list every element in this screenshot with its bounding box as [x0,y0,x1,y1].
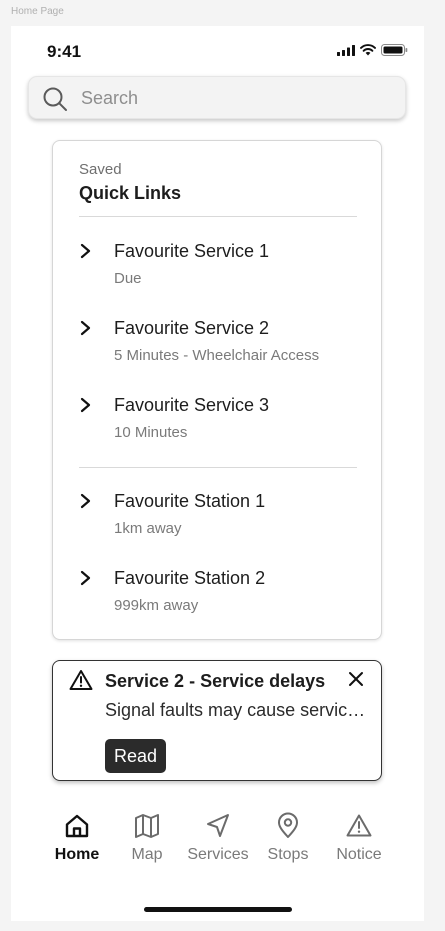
wifi-icon [360,44,376,56]
tab-notice[interactable]: Notice [323,812,395,872]
warning-icon [69,670,93,690]
quick-links-kicker: Saved [79,161,122,178]
quick-link-subtitle: 10 Minutes [114,424,188,441]
chevron-right-icon [80,397,91,413]
divider [79,216,357,217]
read-button[interactable]: Read [105,739,167,773]
tab-services[interactable]: Services [182,812,254,872]
status-time: 9:41 [47,42,82,61]
quick-link-title: Favourite Station 2 [114,568,266,588]
service-notice-card: Service 2 - Service delays Signal faults… [52,660,382,781]
home-icon [65,814,89,838]
navigation-icon [207,814,229,837]
tab-label: Map [131,846,163,863]
quick-link-service-2[interactable]: Favourite Service 2 5 Minutes - Wheelcha… [79,318,364,378]
chevron-right-icon [80,243,91,259]
chevron-right-icon [80,493,91,509]
tab-label: Home [54,846,100,863]
search-icon [43,87,67,111]
quick-links-title: Quick Links [79,183,182,203]
phone-screen: 9:41 Saved [11,26,424,921]
tab-label: Services [187,846,249,863]
status-bar: 9:41 [11,26,424,76]
quick-links-card: Saved Quick Links Favourite Service 1 Du… [52,140,382,640]
notice-title: Service 2 - Service delays [105,671,326,691]
warning-icon [346,814,372,837]
search-bar[interactable] [28,76,406,119]
quick-link-station-2[interactable]: Favourite Station 2 999km away [79,568,364,628]
close-icon[interactable] [348,671,364,687]
quick-link-title: Favourite Service 3 [114,395,270,415]
map-pin-icon [278,812,298,838]
search-input[interactable] [81,86,381,110]
quick-link-subtitle: 1km away [114,520,182,537]
tab-home[interactable]: Home [41,812,113,872]
status-icons [337,44,408,56]
quick-link-service-1[interactable]: Favourite Service 1 Due [79,241,364,301]
battery-icon [381,44,408,56]
quick-link-subtitle: 999km away [114,597,199,614]
quick-link-subtitle: 5 Minutes - Wheelchair Access [114,347,320,364]
divider [79,467,357,468]
tab-stops[interactable]: Stops [252,812,324,872]
quick-link-subtitle: Due [114,270,142,287]
quick-link-title: Favourite Station 1 [114,491,266,511]
home-indicator[interactable] [144,907,292,912]
chevron-right-icon [80,570,91,586]
notice-body: Signal faults may cause service disrupti… [105,700,367,720]
map-icon [135,814,159,838]
chevron-right-icon [80,320,91,336]
tab-label: Notice [336,846,382,863]
tab-map[interactable]: Map [111,812,183,872]
bottom-tab-bar: Home Map Services Stops Notice [41,812,396,872]
frame-label: Home Page [11,6,64,17]
tab-label: Stops [267,846,309,863]
quick-link-title: Favourite Service 2 [114,318,270,338]
quick-link-station-1[interactable]: Favourite Station 1 1km away [79,491,364,551]
quick-link-title: Favourite Service 1 [114,241,270,261]
quick-link-service-3[interactable]: Favourite Service 3 10 Minutes [79,395,364,455]
signal-icon [337,44,355,56]
